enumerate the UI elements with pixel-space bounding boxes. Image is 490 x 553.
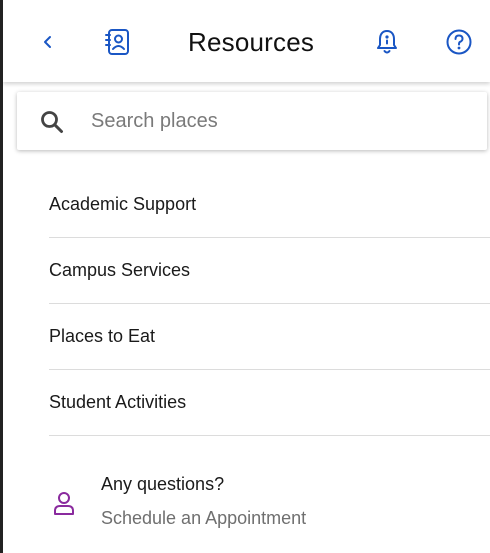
list-item-label: Academic Support bbox=[49, 194, 197, 214]
person-icon bbox=[54, 492, 74, 515]
contact-book-icon bbox=[105, 29, 129, 55]
help-circle-icon bbox=[446, 29, 472, 55]
resource-list: Academic Support Campus Services Places … bbox=[49, 172, 490, 436]
list-item-campus-services[interactable]: Campus Services bbox=[49, 238, 490, 304]
back-button[interactable] bbox=[33, 27, 63, 57]
list-item-label: Campus Services bbox=[49, 260, 191, 280]
chevron-left-icon bbox=[44, 36, 51, 48]
list-item-academic-support[interactable]: Academic Support bbox=[49, 172, 490, 238]
schedule-appointment-section[interactable]: Any questions? Schedule an Appointment bbox=[49, 470, 469, 540]
search-bar bbox=[17, 92, 487, 150]
person-icon-container bbox=[53, 490, 75, 516]
bell-icon bbox=[377, 30, 397, 54]
schedule-appointment-link[interactable]: Schedule an Appointment bbox=[101, 508, 306, 529]
list-item-places-to-eat[interactable]: Places to Eat bbox=[49, 304, 490, 370]
page-title: Resources bbox=[188, 27, 315, 57]
list-item-label: Places to Eat bbox=[49, 326, 156, 346]
contacts-button[interactable] bbox=[103, 27, 133, 57]
resources-screen: Resources Acade bbox=[0, 0, 490, 553]
search-input[interactable] bbox=[91, 106, 471, 136]
search-icon bbox=[41, 111, 63, 133]
list-item-label: Student Activities bbox=[49, 392, 187, 412]
list-item-student-activities[interactable]: Student Activities bbox=[49, 370, 490, 436]
app-bar: Resources bbox=[3, 0, 490, 82]
search-icon-container bbox=[39, 109, 65, 135]
notifications-button[interactable] bbox=[372, 27, 402, 57]
help-question: Any questions? bbox=[101, 474, 225, 494]
help-button[interactable] bbox=[444, 27, 474, 57]
